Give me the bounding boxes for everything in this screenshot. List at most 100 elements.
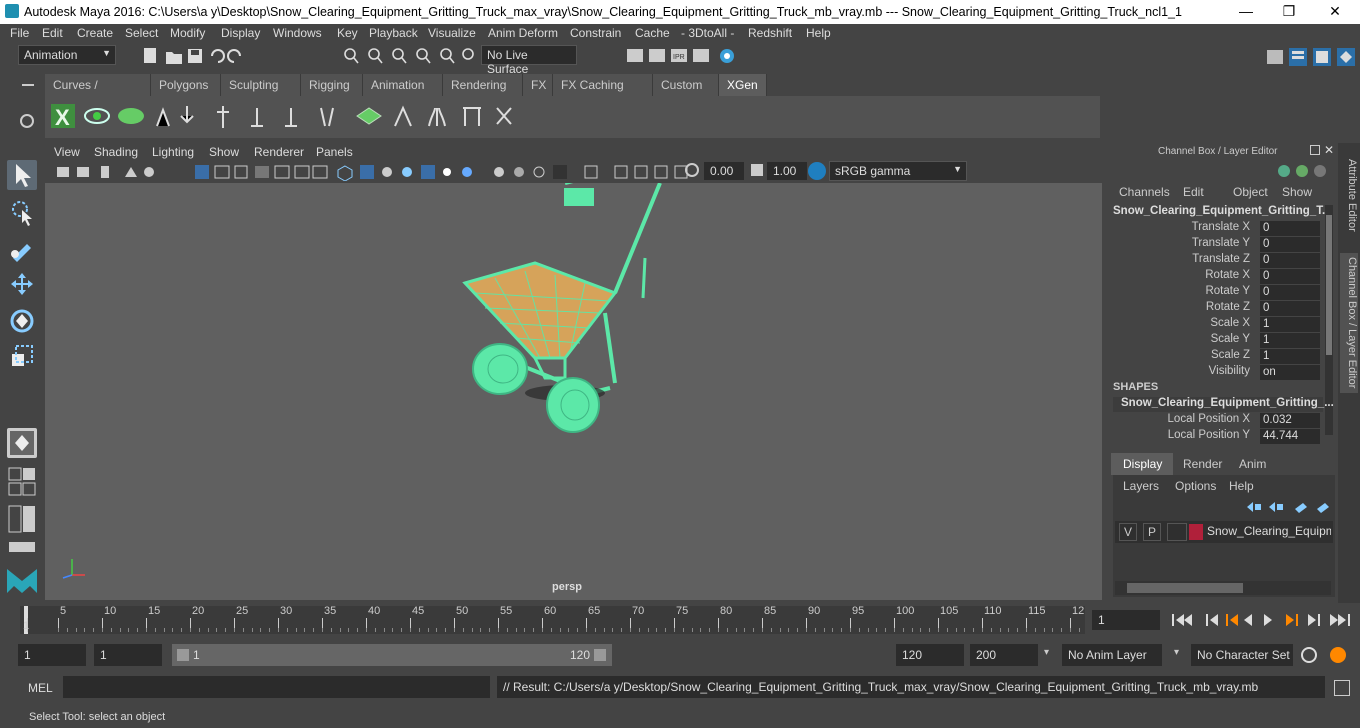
menu-windows[interactable]: Windows xyxy=(273,26,322,40)
live-surface-field[interactable]: No Live Surface xyxy=(481,45,577,76)
layout-presets-icons[interactable] xyxy=(7,466,37,556)
chevron-down-icon[interactable]: ▾ xyxy=(1174,647,1179,658)
layer-tab-display[interactable]: Display xyxy=(1111,453,1173,475)
viewport-3d[interactable] xyxy=(45,171,1102,600)
xgen-shelf-icons[interactable]: X xyxy=(45,96,545,138)
lasso-tool-icon[interactable] xyxy=(7,198,37,228)
menu-constrain[interactable]: Constrain xyxy=(570,26,621,40)
layer-name[interactable]: Snow_Clearing_Equipme xyxy=(1207,524,1331,538)
attr-visibility[interactable]: Visibility on xyxy=(1105,365,1325,381)
auto-key-icon[interactable] xyxy=(1301,647,1317,663)
tab-channel-box-layer-editor[interactable]: Channel Box / Layer Editor xyxy=(1340,253,1358,393)
snap-toolbar-icons[interactable] xyxy=(340,46,480,66)
attr-value[interactable]: 1 xyxy=(1260,317,1320,332)
layers-menu-help[interactable]: Help xyxy=(1229,479,1254,493)
tab-polygons[interactable]: Polygons xyxy=(151,74,221,96)
attr-value[interactable]: 1 xyxy=(1260,333,1320,348)
script-editor-icon[interactable] xyxy=(1334,680,1350,696)
range-end-handle[interactable] xyxy=(594,649,606,661)
tab-custom[interactable]: Custom xyxy=(653,74,719,96)
script-language-label[interactable]: MEL xyxy=(28,681,53,695)
file-toolbar-icons[interactable] xyxy=(140,46,260,66)
tab-rendering[interactable]: Rendering xyxy=(443,74,523,96)
viewport-menu-show[interactable]: Show xyxy=(209,145,239,159)
close-button[interactable]: ✕ xyxy=(1312,0,1358,24)
channels-menu-object[interactable]: Object xyxy=(1233,185,1268,199)
current-frame-field[interactable]: 1 xyxy=(1092,610,1160,630)
single-view-layout-icon[interactable] xyxy=(7,428,37,458)
tab-fx-caching[interactable]: FX Caching xyxy=(553,74,653,96)
attr-value[interactable]: 0.032 xyxy=(1260,413,1320,428)
render-toolbar-icons[interactable]: IPR xyxy=(625,46,745,66)
anim-layer-field[interactable]: No Anim Layer xyxy=(1062,644,1162,666)
attr-value[interactable]: 0 xyxy=(1260,221,1320,236)
menu-key[interactable]: Key xyxy=(337,26,358,40)
animation-prefs-icon[interactable] xyxy=(1330,647,1346,663)
range-start-handle[interactable] xyxy=(177,649,189,661)
layer-row[interactable]: V P Snow_Clearing_Equipme xyxy=(1115,521,1333,543)
close-panel-icon[interactable]: ✕ xyxy=(1324,143,1334,157)
gear-icon[interactable] xyxy=(20,114,34,128)
animation-start-field[interactable]: 1 xyxy=(18,644,86,666)
chevron-down-icon[interactable]: ▾ xyxy=(1044,647,1049,658)
menu-edit[interactable]: Edit xyxy=(42,26,63,40)
layer-hscrollbar[interactable] xyxy=(1115,581,1331,595)
workspace-icons[interactable] xyxy=(1265,46,1360,68)
attr-local-position-y[interactable]: Local Position Y 44.744 xyxy=(1105,429,1325,445)
layer-color-swatch[interactable] xyxy=(1189,524,1203,540)
menu-cache[interactable]: Cache xyxy=(635,26,670,40)
layer-tab-anim[interactable]: Anim xyxy=(1231,453,1281,475)
channel-box-mode-icons[interactable] xyxy=(1275,162,1331,180)
attr-value[interactable]: 0 xyxy=(1260,253,1320,268)
viewport-menu-panels[interactable]: Panels xyxy=(316,145,353,159)
select-tool-icon[interactable] xyxy=(7,160,37,190)
attr-value[interactable]: on xyxy=(1260,365,1320,380)
tab-sculpting[interactable]: Sculpting xyxy=(221,74,301,96)
attr-value[interactable]: 44.744 xyxy=(1260,429,1320,444)
layer-visibility-toggle[interactable]: V xyxy=(1119,523,1137,541)
command-input[interactable] xyxy=(63,676,490,698)
layer-tab-render[interactable]: Render xyxy=(1175,453,1229,475)
playback-end-field[interactable]: 120 xyxy=(896,644,964,666)
layer-action-icons[interactable] xyxy=(1243,499,1333,515)
menu-set-dropdown[interactable]: Animation ▼ xyxy=(18,45,116,65)
tab-rigging[interactable]: Rigging xyxy=(301,74,363,96)
menu-create[interactable]: Create xyxy=(77,26,113,40)
layers-menu-options[interactable]: Options xyxy=(1175,479,1216,493)
viewport-menu-shading[interactable]: Shading xyxy=(94,145,138,159)
playback-start-field[interactable]: 1 xyxy=(94,644,162,666)
menu-visualize[interactable]: Visualize xyxy=(428,26,476,40)
attr-translate-y[interactable]: Translate Y 0 xyxy=(1105,237,1325,253)
channels-menu-show[interactable]: Show xyxy=(1282,185,1312,199)
attr-local-position-x[interactable]: Local Position X 0.032 xyxy=(1105,413,1325,429)
attr-rotate-y[interactable]: Rotate Y 0 xyxy=(1105,285,1325,301)
scrollbar-thumb[interactable] xyxy=(1127,583,1243,593)
attr-translate-z[interactable]: Translate Z 0 xyxy=(1105,253,1325,269)
menu-display[interactable]: Display xyxy=(221,26,260,40)
attr-rotate-x[interactable]: Rotate X 0 xyxy=(1105,269,1325,285)
tab-animation[interactable]: Animation xyxy=(363,74,443,96)
scale-tool-icon[interactable] xyxy=(7,342,37,372)
layers-menu-layers[interactable]: Layers xyxy=(1123,479,1159,493)
menu-3dtoall[interactable]: - 3DtoAll - xyxy=(681,26,734,40)
attr-value[interactable]: 0 xyxy=(1260,301,1320,316)
attr-value[interactable]: 0 xyxy=(1260,237,1320,252)
minimize-button[interactable]: — xyxy=(1223,0,1269,24)
attr-scale-x[interactable]: Scale X 1 xyxy=(1105,317,1325,333)
character-set-field[interactable]: No Character Set xyxy=(1191,644,1293,666)
range-slider[interactable]: 1 120 xyxy=(172,644,612,666)
tab-fx[interactable]: FX xyxy=(523,74,553,96)
move-tool-icon[interactable] xyxy=(7,270,37,300)
layer-playback-toggle[interactable]: P xyxy=(1143,523,1161,541)
viewport-toolbar-icons[interactable] xyxy=(55,163,695,181)
tab-curves-surfaces[interactable]: Curves / Surfaces xyxy=(45,74,151,114)
tab-attribute-editor[interactable]: Attribute Editor xyxy=(1340,151,1358,239)
paint-select-tool-icon[interactable] xyxy=(7,234,37,264)
attr-scale-y[interactable]: Scale Y 1 xyxy=(1105,333,1325,349)
animation-end-field[interactable]: 200 xyxy=(970,644,1038,666)
scrollbar-thumb[interactable] xyxy=(1326,215,1332,355)
gamma-field[interactable]: 1.00 xyxy=(767,162,807,180)
attr-value[interactable]: 0 xyxy=(1260,269,1320,284)
shape-name[interactable]: Snow_Clearing_Equipment_Gritting_... xyxy=(1113,397,1334,412)
attr-rotate-z[interactable]: Rotate Z 0 xyxy=(1105,301,1325,317)
